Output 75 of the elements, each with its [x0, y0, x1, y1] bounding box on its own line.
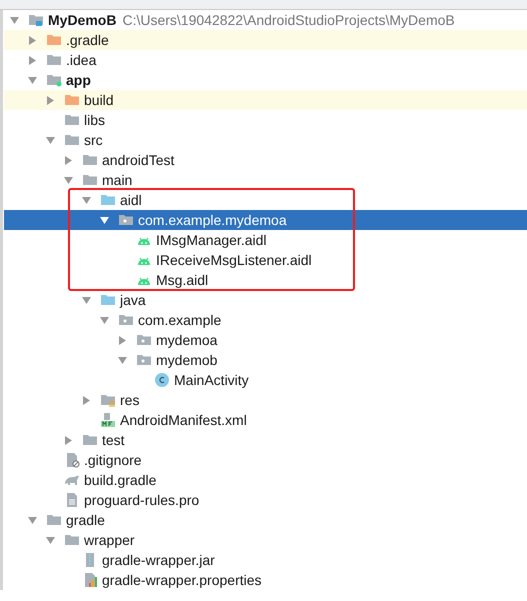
node-label: Msg.aidl [156, 270, 208, 290]
expand-arrow-icon[interactable] [28, 76, 37, 84]
node-label: .gitignore [84, 450, 142, 470]
node-label: .gradle [66, 30, 109, 50]
node-label: gradle [66, 510, 105, 530]
node-label: mydemoa [156, 330, 218, 350]
class-icon [154, 372, 170, 388]
expand-arrow-icon[interactable] [46, 536, 55, 544]
folder-icon [46, 32, 62, 48]
node-label: com.example [138, 310, 222, 330]
node-label: main [102, 170, 132, 190]
node-label: build [84, 90, 114, 110]
expand-arrow-icon[interactable] [118, 356, 127, 364]
folder-icon [64, 532, 80, 548]
node-label: java [120, 290, 146, 310]
node-label: gradle-wrapper.jar [102, 550, 215, 570]
collapse-arrow-icon[interactable] [82, 396, 91, 404]
folder-icon [46, 52, 62, 68]
expand-arrow-icon[interactable] [64, 176, 73, 184]
node-label: proguard-rules.pro [84, 490, 200, 510]
node-label: mydemob [156, 350, 218, 370]
folder-icon [64, 132, 80, 148]
expand-arrow-icon[interactable] [82, 196, 91, 204]
node-label: com.example.mydemoa [138, 210, 287, 230]
collapse-arrow-icon[interactable] [64, 156, 73, 164]
node-label: app [66, 70, 91, 90]
node-label: MyDemoB [48, 10, 116, 30]
package-folder-icon [136, 332, 152, 348]
node-label: IMsgManager.aidl [156, 230, 267, 250]
folder-icon [100, 292, 116, 308]
folder-icon [64, 92, 80, 108]
folder-icon [64, 112, 80, 128]
expand-arrow-icon[interactable] [10, 16, 19, 24]
folder-icon [100, 192, 116, 208]
collapse-arrow-icon[interactable] [64, 436, 73, 444]
expand-arrow-icon[interactable] [100, 216, 109, 224]
folder-icon [46, 512, 62, 528]
expand-arrow-icon[interactable] [46, 136, 55, 144]
node-label: androidTest [102, 150, 174, 170]
tree-row[interactable]: build [4, 90, 527, 110]
node-label: aidl [120, 190, 142, 210]
folder-icon [82, 152, 98, 168]
resource-folder-icon [100, 392, 116, 408]
node-label: MainActivity [174, 370, 249, 390]
collapse-arrow-icon[interactable] [28, 36, 37, 44]
text-file-icon [64, 492, 80, 508]
node-label: IReceiveMsgListener.aidl [156, 250, 312, 270]
manifest-file-icon [100, 412, 116, 428]
expand-arrow-icon[interactable] [28, 516, 37, 524]
node-label: AndroidManifest.xml [120, 410, 247, 430]
expand-arrow-icon[interactable] [82, 296, 91, 304]
package-folder-icon [136, 352, 152, 368]
node-label: gradle-wrapper.properties [102, 570, 262, 590]
properties-file-icon [82, 572, 98, 588]
folder-icon [82, 172, 98, 188]
node-label: build.gradle [84, 470, 156, 490]
collapse-arrow-icon[interactable] [28, 56, 37, 64]
node-label: .idea [66, 50, 96, 70]
node-label: src [84, 130, 103, 150]
folder-icon [46, 72, 62, 88]
package-folder-icon [118, 312, 134, 328]
node-label: test [102, 430, 125, 450]
project-path: C:\Users\19042822\AndroidStudioProjects\MyDemoB [122, 10, 455, 30]
folder-icon [28, 12, 44, 28]
folder-icon [82, 432, 98, 448]
ignore-file-icon [64, 452, 80, 468]
tree-row[interactable]: com.example.mydemoa [4, 210, 527, 230]
collapse-arrow-icon[interactable] [118, 336, 127, 344]
package-folder-icon [118, 212, 134, 228]
collapse-arrow-icon[interactable] [46, 96, 55, 104]
node-label: wrapper [84, 530, 135, 550]
node-label: res [120, 390, 140, 410]
expand-arrow-icon[interactable] [100, 316, 109, 324]
tree-row[interactable]: .gradle [4, 30, 527, 50]
node-label: libs [84, 110, 106, 130]
